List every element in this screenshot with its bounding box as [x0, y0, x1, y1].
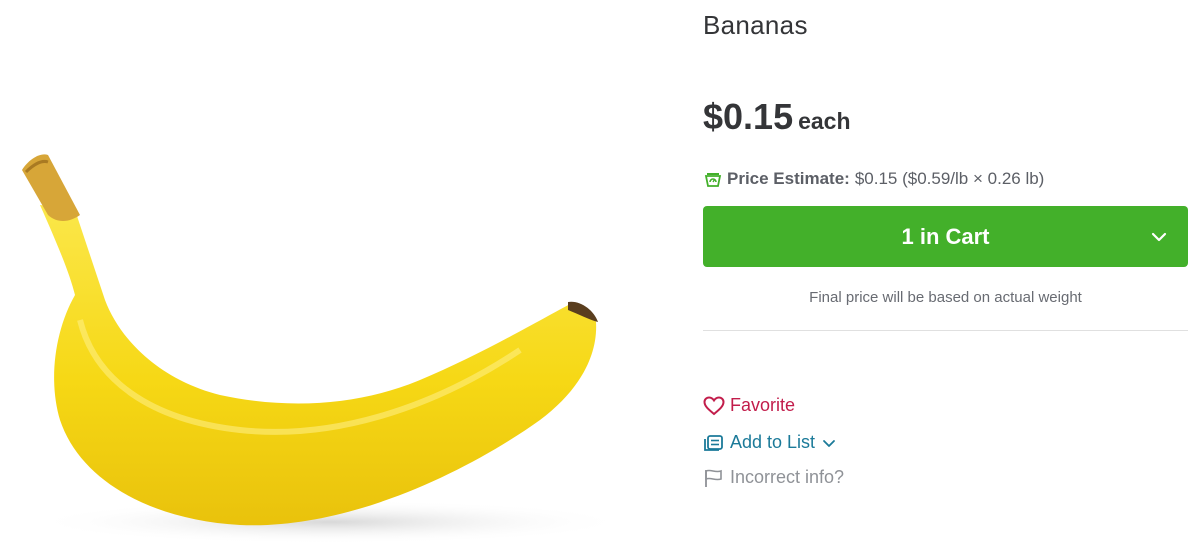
price-estimate-value: $0.15 ($0.59/lb × 0.26 lb) — [854, 169, 1045, 188]
product-price: $0.15 — [703, 96, 794, 137]
flag-icon — [705, 469, 722, 487]
favorite-button[interactable]: Favorite — [703, 395, 795, 416]
divider — [703, 330, 1188, 331]
price-estimate-label: Price Estimate: — [727, 169, 850, 188]
incorrect-info-label: Incorrect info? — [730, 467, 845, 487]
add-to-list-button[interactable]: Add to List — [703, 432, 837, 453]
incorrect-info-link[interactable]: Incorrect info? — [703, 467, 844, 488]
chevron-down-icon[interactable] — [1150, 228, 1168, 246]
price-estimate: Price Estimate: $0.15 ($0.59/lb × 0.26 l… — [703, 169, 1044, 189]
cart-quantity-label: 1 in Cart — [901, 223, 990, 249]
banana-image — [22, 154, 630, 543]
price-unit: each — [798, 108, 851, 134]
chevron-down-icon — [823, 439, 835, 447]
cart-quantity-button[interactable]: 1 in Cart — [703, 206, 1188, 267]
price-line: $0.15 each — [703, 96, 851, 138]
weight-note: Final price will be based on actual weig… — [809, 289, 1082, 306]
heart-icon — [703, 395, 725, 415]
add-to-list-label: Add to List — [730, 432, 816, 452]
scale-icon — [704, 173, 722, 187]
product-image — [0, 0, 680, 543]
product-page: Bananas $0.15 each Price Estimate: $0.15 … — [0, 0, 1200, 543]
list-icon — [704, 434, 723, 451]
favorite-label: Favorite — [730, 395, 796, 415]
product-title: Bananas — [703, 10, 808, 40]
